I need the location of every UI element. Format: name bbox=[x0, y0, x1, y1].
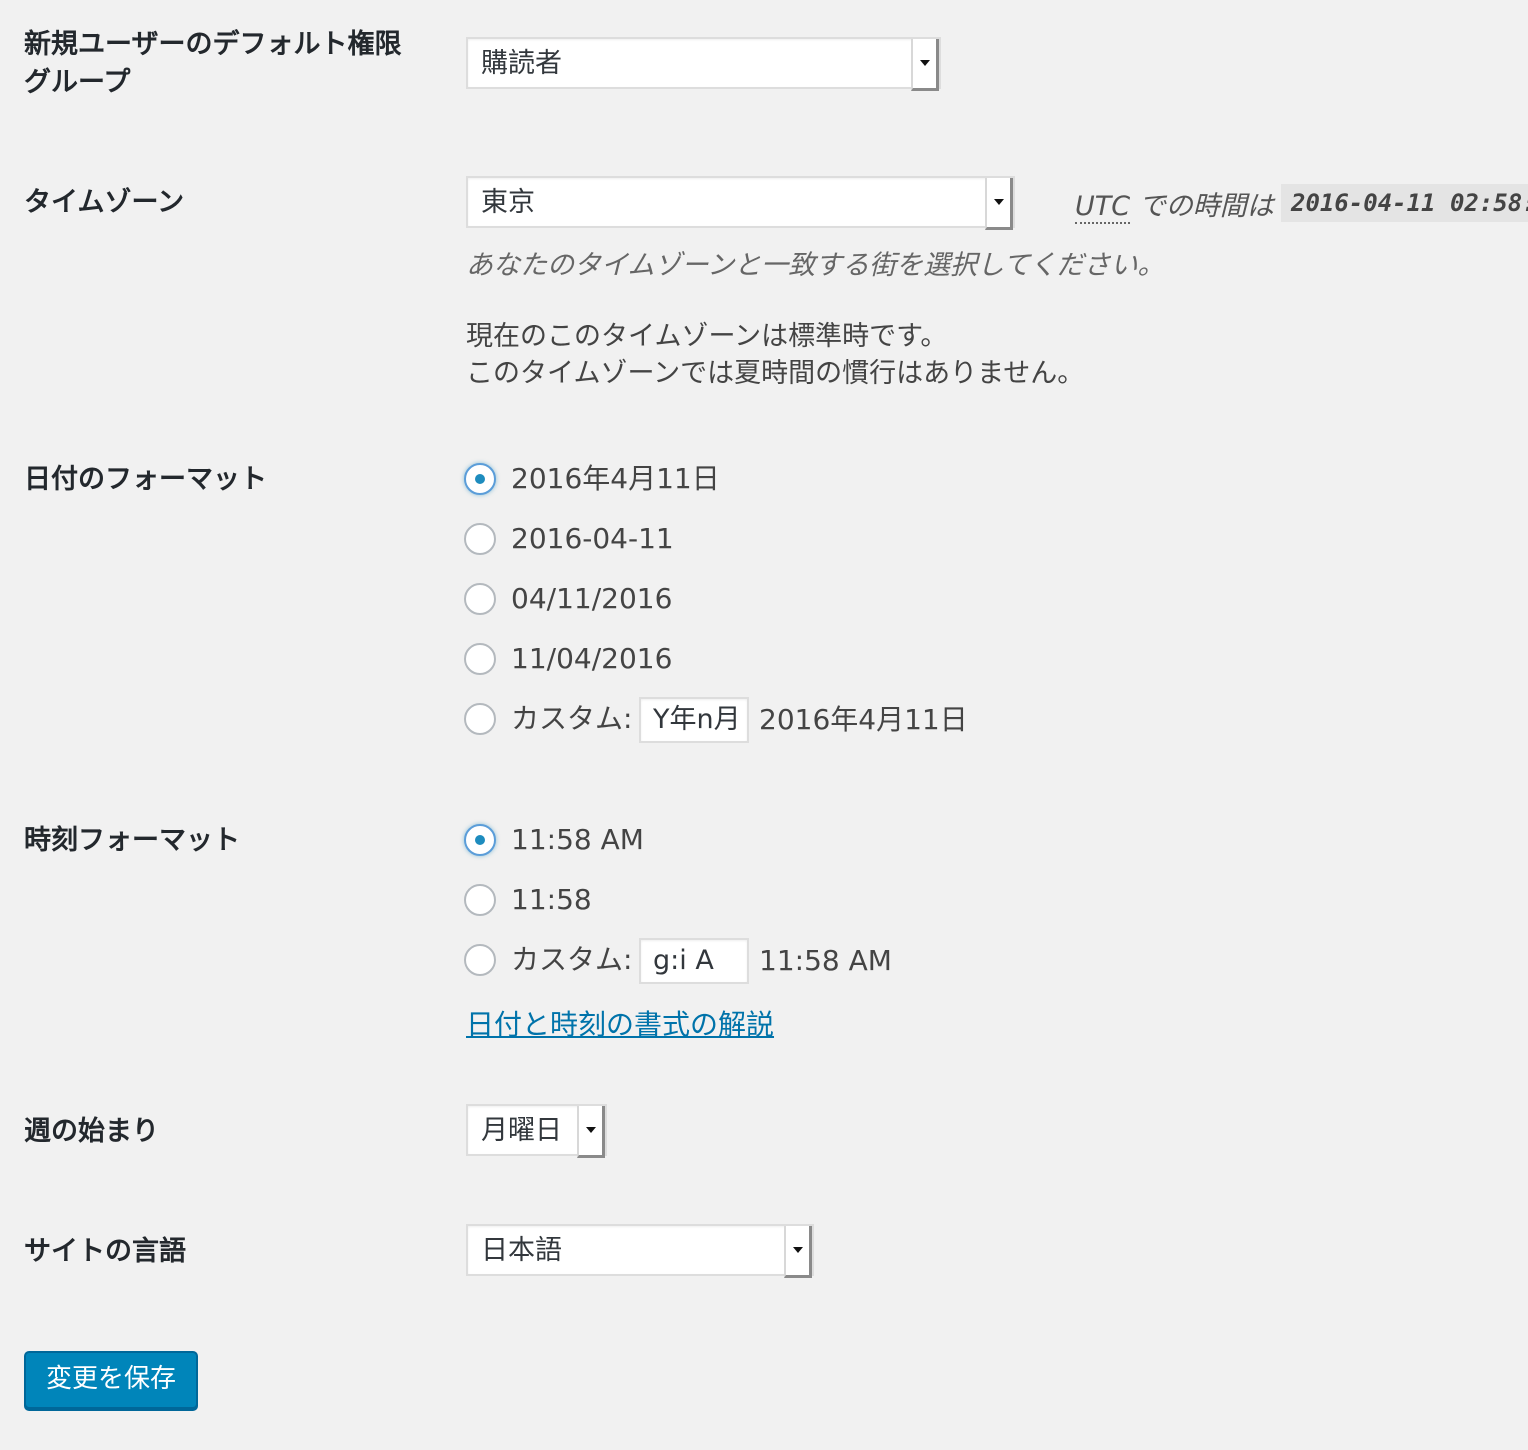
default-role-label-line2: グループ bbox=[24, 67, 131, 98]
timezone-note-dst: このタイムゾーンでは夏時間の慣行はありません。 bbox=[466, 358, 1085, 389]
timezone-note-standard: 現在のこのタイムゾーンは標準時です。 bbox=[466, 321, 948, 352]
radio-button[interactable] bbox=[464, 703, 496, 735]
time-format-custom-input[interactable]: g:i A bbox=[639, 938, 749, 984]
time-format-option-label: 11:58 AM bbox=[511, 823, 644, 856]
default-role-label-line1: 新規ユーザーのデフォルト権限 bbox=[24, 29, 402, 60]
time-format-custom-preview: 11:58 AM bbox=[759, 944, 892, 977]
week-start-label: 週の始まり bbox=[24, 1116, 159, 1147]
radio-button[interactable] bbox=[464, 824, 496, 856]
radio-button[interactable] bbox=[464, 643, 496, 675]
chevron-down-icon bbox=[586, 1127, 596, 1133]
week-start-dropdown-toggle[interactable] bbox=[577, 1106, 605, 1158]
timezone-label: タイムゾーン bbox=[24, 187, 185, 218]
save-changes-button[interactable]: 変更を保存 bbox=[24, 1351, 198, 1409]
time-format-option-label: 11:58 bbox=[511, 883, 592, 916]
site-language-select[interactable]: 日本語 bbox=[466, 1224, 814, 1278]
chevron-down-icon bbox=[793, 1247, 803, 1253]
utc-abbr: UTC bbox=[1075, 191, 1131, 224]
time-format-custom-label: カスタム: bbox=[511, 943, 633, 976]
date-format-custom-label: カスタム: bbox=[511, 702, 633, 735]
radio-button[interactable] bbox=[464, 884, 496, 916]
general-settings-page: 新規ユーザーのデフォルト権限 グループ 購読者 タイムゾーン 東京 UTC での… bbox=[0, 0, 1528, 1450]
default-role-dropdown-toggle[interactable] bbox=[911, 39, 939, 91]
default-role-value: 購読者 bbox=[481, 48, 562, 79]
utc-time-value: 2016-04-11 02:58: bbox=[1281, 184, 1528, 222]
date-format-option-label: 04/11/2016 bbox=[511, 582, 673, 615]
timezone-value: 東京 bbox=[481, 187, 535, 218]
date-time-format-docs-link[interactable]: 日付と時刻の書式の解説 bbox=[466, 1003, 774, 1043]
site-language-value: 日本語 bbox=[481, 1235, 562, 1266]
site-language-label: サイトの言語 bbox=[24, 1236, 186, 1267]
utc-suffix: での時間は bbox=[1130, 191, 1274, 222]
date-format-label: 日付のフォーマット bbox=[24, 464, 267, 495]
default-role-select[interactable]: 購読者 bbox=[466, 37, 941, 91]
date-format-option-label: 2016年4月11日 bbox=[511, 462, 720, 495]
radio-button[interactable] bbox=[464, 523, 496, 555]
date-format-option-label: 11/04/2016 bbox=[511, 642, 673, 675]
week-start-select[interactable]: 月曜日 bbox=[466, 1104, 607, 1158]
radio-button[interactable] bbox=[464, 463, 496, 495]
date-format-custom-input[interactable]: Y年n月 bbox=[639, 697, 749, 743]
default-role-label: 新規ユーザーのデフォルト権限 グループ bbox=[24, 26, 401, 102]
timezone-select[interactable]: 東京 bbox=[466, 176, 1015, 230]
time-format-label: 時刻フォーマット bbox=[24, 825, 240, 856]
date-format-custom-preview: 2016年4月11日 bbox=[759, 703, 968, 736]
chevron-down-icon bbox=[994, 199, 1004, 205]
radio-button[interactable] bbox=[464, 944, 496, 976]
date-format-option-label: 2016-04-11 bbox=[511, 522, 674, 555]
radio-button[interactable] bbox=[464, 583, 496, 615]
week-start-value: 月曜日 bbox=[481, 1115, 562, 1146]
timezone-dropdown-toggle[interactable] bbox=[985, 178, 1013, 230]
chevron-down-icon bbox=[920, 60, 930, 66]
utc-time-label: UTC での時間は bbox=[1075, 184, 1274, 224]
timezone-description: あなたのタイムゾーンと一致する街を選択してください。 bbox=[466, 250, 1165, 281]
site-language-dropdown-toggle[interactable] bbox=[784, 1226, 812, 1278]
